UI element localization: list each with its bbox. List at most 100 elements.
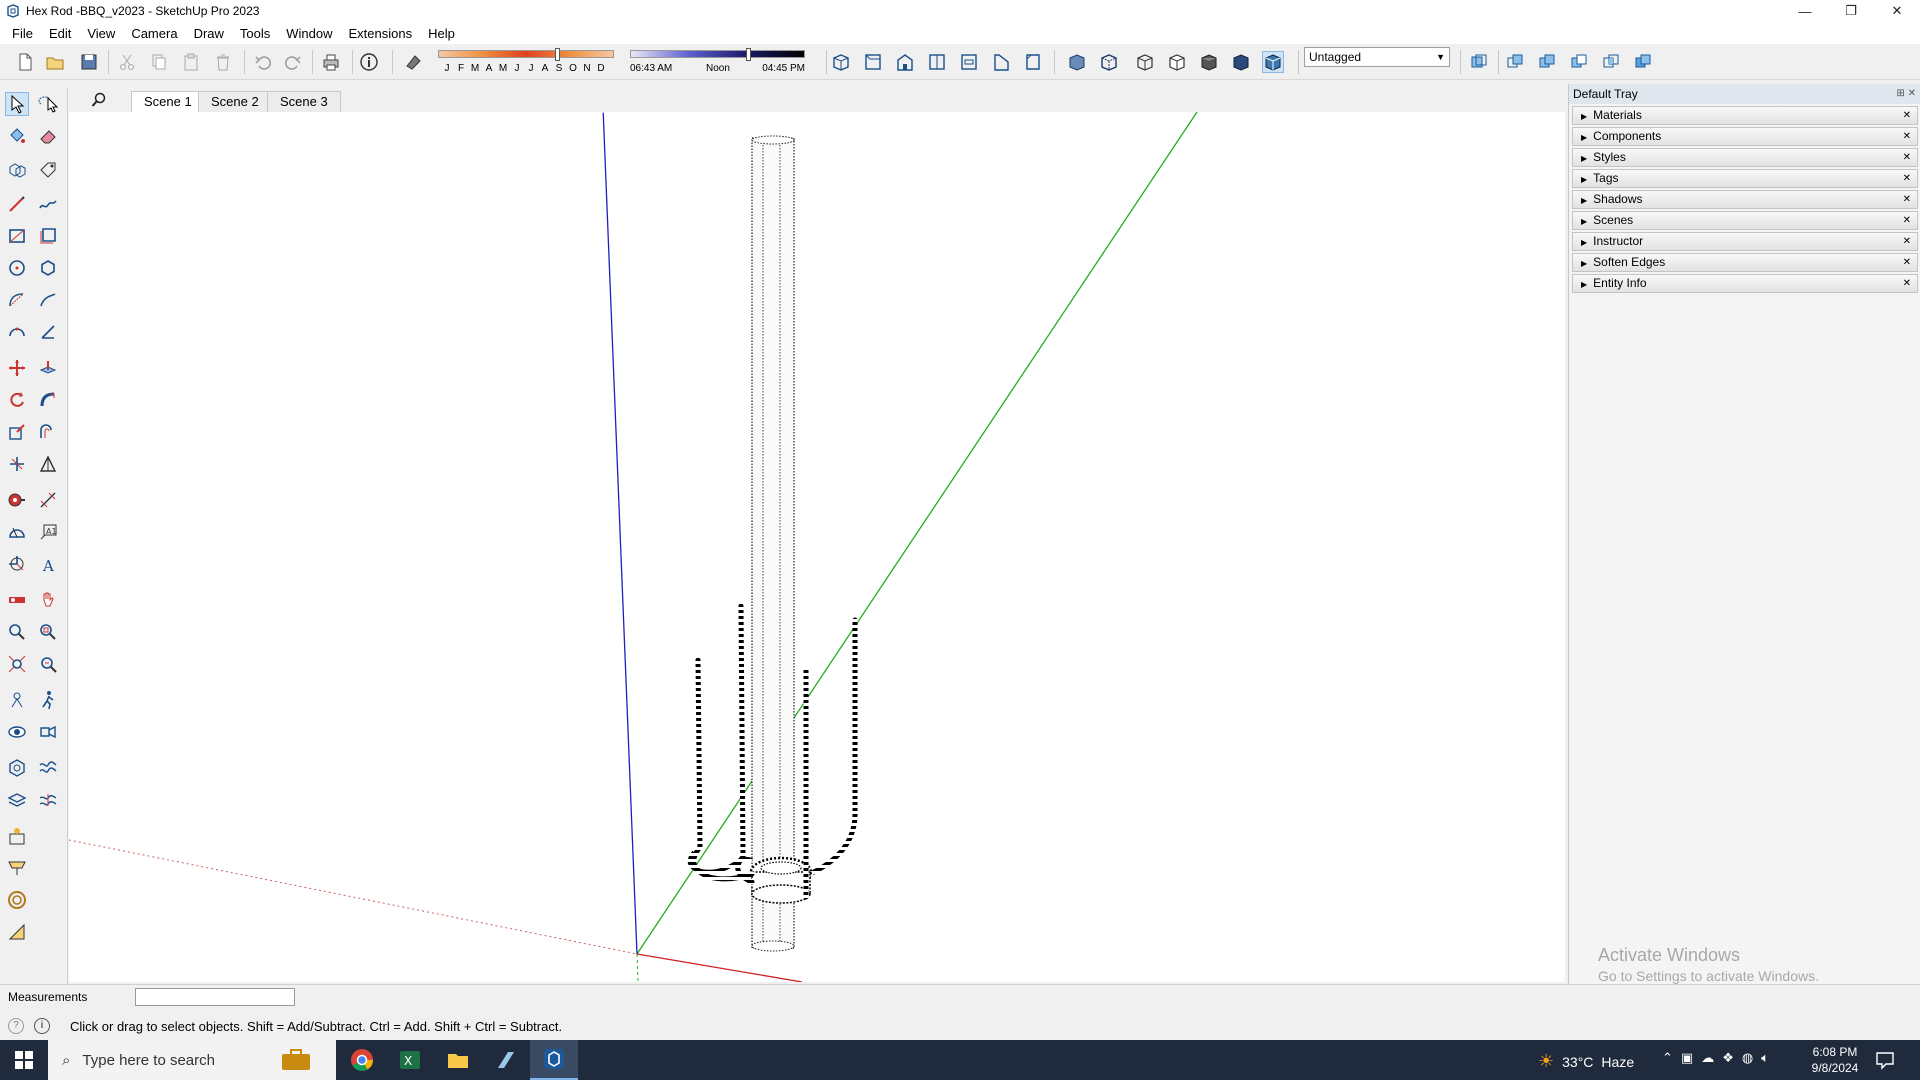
push-pull-icon[interactable] <box>36 356 60 380</box>
close-icon[interactable]: ✕ <box>1903 170 1911 187</box>
hex-rod[interactable] <box>751 135 795 952</box>
outer-shell-icon[interactable] <box>1504 51 1526 73</box>
tag-dropdown[interactable]: Untagged ▼ <box>1304 47 1450 67</box>
menu-tools[interactable]: Tools <box>232 26 278 41</box>
select-tool-icon[interactable] <box>5 92 29 116</box>
measurements-input[interactable] <box>135 988 295 1006</box>
time-slider-track[interactable] <box>630 48 805 61</box>
protractor-icon[interactable] <box>5 520 29 544</box>
pan-tool-icon[interactable] <box>36 588 60 612</box>
pie-tool-icon[interactable] <box>36 320 60 344</box>
bottom-view-icon[interactable] <box>1022 51 1044 73</box>
line-tool-icon[interactable] <box>5 192 29 216</box>
model-canvas[interactable] <box>69 112 1565 982</box>
back-edges-style-icon[interactable] <box>1098 51 1120 73</box>
rotate-tool-icon[interactable] <box>5 388 29 412</box>
pin-icon[interactable]: ⊞ <box>1896 88 1904 99</box>
3d-viewport[interactable] <box>69 112 1565 982</box>
menu-draw[interactable]: Draw <box>186 26 232 41</box>
new-file-icon[interactable] <box>14 51 36 73</box>
print-icon[interactable] <box>320 51 342 73</box>
flip-tool-icon[interactable] <box>5 452 29 476</box>
taskbar-clock[interactable]: 6:08 PM 9/8/2024 <box>1800 1044 1870 1076</box>
two-point-arc-icon[interactable] <box>36 288 60 312</box>
freehand-tool-icon[interactable] <box>36 192 60 216</box>
intersect-icon[interactable] <box>1600 51 1622 73</box>
paint-bucket-icon[interactable] <box>5 124 29 148</box>
three-point-arc-icon[interactable] <box>5 320 29 344</box>
top-view-icon[interactable] <box>862 51 884 73</box>
extension-warehouse-icon[interactable] <box>5 888 29 912</box>
panel-components[interactable]: ▶ Components ✕ <box>1572 127 1918 146</box>
hex-rod-collar[interactable] <box>749 856 813 904</box>
front-view-icon[interactable] <box>894 51 916 73</box>
close-icon[interactable]: ✕ <box>1903 275 1911 292</box>
copy-icon[interactable] <box>148 51 170 73</box>
split-icon[interactable] <box>1632 51 1654 73</box>
follow-me-icon[interactable] <box>36 388 60 412</box>
panel-tags[interactable]: ▶ Tags ✕ <box>1572 169 1918 188</box>
close-icon[interactable]: ✕ <box>1903 191 1911 208</box>
panel-styles[interactable]: ▶ Styles ✕ <box>1572 148 1918 167</box>
close-icon[interactable]: ✕ <box>1903 233 1911 250</box>
close-icon[interactable]: ✕ <box>1903 128 1911 145</box>
chrome-icon[interactable] <box>338 1040 386 1080</box>
position-camera-icon[interactable] <box>5 688 29 712</box>
right-view-icon[interactable] <box>926 51 948 73</box>
menu-extensions[interactable]: Extensions <box>341 26 421 41</box>
wireframe-style-icon[interactable] <box>1134 51 1156 73</box>
save-icon[interactable] <box>78 51 100 73</box>
arc-tool-icon[interactable] <box>5 288 29 312</box>
subtract-icon[interactable] <box>1568 51 1590 73</box>
close-button[interactable]: ✕ <box>1874 0 1920 22</box>
lasso-select-icon[interactable] <box>36 92 60 116</box>
panel-scenes[interactable]: ▶ Scenes ✕ <box>1572 211 1918 230</box>
sandbox-drape-icon[interactable] <box>36 788 60 812</box>
menu-help[interactable]: Help <box>420 26 463 41</box>
sandbox-from-contours-icon[interactable] <box>5 756 29 780</box>
shaded-textures-style-icon[interactable] <box>1230 51 1252 73</box>
restore-button[interactable]: ❐ <box>1828 0 1874 22</box>
panel-instructor[interactable]: ▶ Instructor ✕ <box>1572 232 1918 251</box>
security-icon[interactable]: ▣ <box>1681 1050 1693 1066</box>
open-file-icon[interactable] <box>44 51 66 73</box>
search-icon[interactable] <box>91 92 107 108</box>
solar-north-icon[interactable] <box>5 824 29 848</box>
layout-app-icon[interactable] <box>482 1040 530 1080</box>
paste-icon[interactable] <box>180 51 202 73</box>
menu-file[interactable]: File <box>4 26 41 41</box>
tab-scene-3[interactable]: Scene 3 <box>267 91 341 112</box>
zoom-window-icon[interactable] <box>36 620 60 644</box>
tag-tool-icon[interactable] <box>36 158 60 182</box>
sandbox-stamp-icon[interactable] <box>5 788 29 812</box>
scale-tool-icon[interactable] <box>5 420 29 444</box>
close-icon[interactable]: ✕ <box>1908 88 1916 99</box>
file-explorer-icon[interactable] <box>434 1040 482 1080</box>
work-briefcase-icon[interactable] <box>272 1040 320 1080</box>
xray-style-icon[interactable] <box>1066 51 1088 73</box>
panel-soften-edges[interactable]: ▶ Soften Edges ✕ <box>1572 253 1918 272</box>
axes-tool-icon[interactable] <box>5 552 29 576</box>
left-view-icon[interactable] <box>990 51 1012 73</box>
speaker-icon[interactable]: 🔈︎ <box>1761 1050 1769 1066</box>
back-view-icon[interactable] <box>958 51 980 73</box>
notifications-icon[interactable] <box>1874 1049 1896 1071</box>
3d-text-icon[interactable]: A <box>36 552 60 576</box>
rectangle-tool-icon[interactable] <box>5 224 29 248</box>
dropbox-icon[interactable]: ❖ <box>1722 1050 1734 1066</box>
info-icon[interactable]: i <box>34 1018 50 1034</box>
undo-icon[interactable] <box>252 51 274 73</box>
offset-tool-icon[interactable] <box>36 420 60 444</box>
weather-widget[interactable]: ☀ 33°C Haze <box>1538 1051 1634 1072</box>
onedrive-icon[interactable]: ☁ <box>1701 1050 1714 1066</box>
close-icon[interactable]: ✕ <box>1903 107 1911 124</box>
shadow-time-slider[interactable]: 06:43 AM Noon 04:45 PM <box>630 48 805 76</box>
month-slider-thumb[interactable] <box>554 48 560 61</box>
panel-shadows[interactable]: ▶ Shadows ✕ <box>1572 190 1918 209</box>
close-icon[interactable]: ✕ <box>1903 254 1911 271</box>
walk-tool-icon[interactable] <box>36 688 60 712</box>
sandbox-smoove-icon[interactable] <box>36 756 60 780</box>
trimble-connect-icon[interactable] <box>5 856 29 880</box>
mirror-tool-icon[interactable] <box>36 452 60 476</box>
chevron-up-icon[interactable]: ⌃ <box>1662 1050 1673 1066</box>
